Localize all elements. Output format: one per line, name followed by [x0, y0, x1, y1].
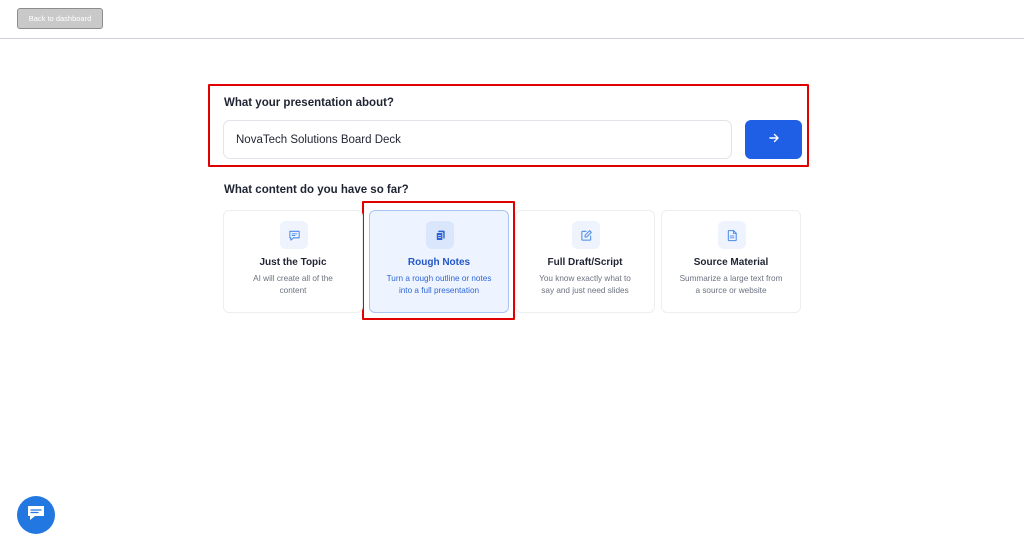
back-to-dashboard-button[interactable]: Back to dashboard	[17, 8, 103, 29]
option-title: Source Material	[693, 257, 769, 268]
copy-icon	[426, 221, 454, 249]
option-description: Turn a rough outline or notes into a ful…	[386, 274, 492, 295]
option-description: Summarize a large text from a source or …	[679, 274, 783, 295]
chat-launcher-button[interactable]	[17, 496, 55, 534]
topic-question-label: What your presentation about?	[224, 97, 394, 109]
option-title: Just the Topic	[259, 257, 327, 268]
option-card-just-the-topic[interactable]: Just the Topic AI will create all of the…	[223, 210, 363, 313]
edit-icon	[572, 221, 600, 249]
topic-input[interactable]	[223, 120, 732, 159]
option-card-full-draft-script[interactable]: Full Draft/Script You know exactly what …	[515, 210, 655, 313]
content-question-label: What content do you have so far?	[224, 184, 409, 196]
top-bar: Back to dashboard	[0, 0, 1024, 39]
option-description: AI will create all of the content	[253, 274, 333, 295]
option-card-rough-notes[interactable]: Rough Notes Turn a rough outline or note…	[369, 210, 509, 313]
message-icon	[280, 221, 308, 249]
arrow-right-icon	[768, 132, 780, 147]
option-card-source-material[interactable]: Source Material Summarize a large text f…	[661, 210, 801, 313]
document-icon	[718, 221, 746, 249]
submit-topic-button[interactable]	[745, 120, 802, 159]
chat-icon	[26, 504, 46, 527]
option-title: Rough Notes	[407, 257, 471, 268]
option-title: Full Draft/Script	[547, 257, 623, 268]
option-description: You know exactly what to say and just ne…	[539, 274, 631, 295]
